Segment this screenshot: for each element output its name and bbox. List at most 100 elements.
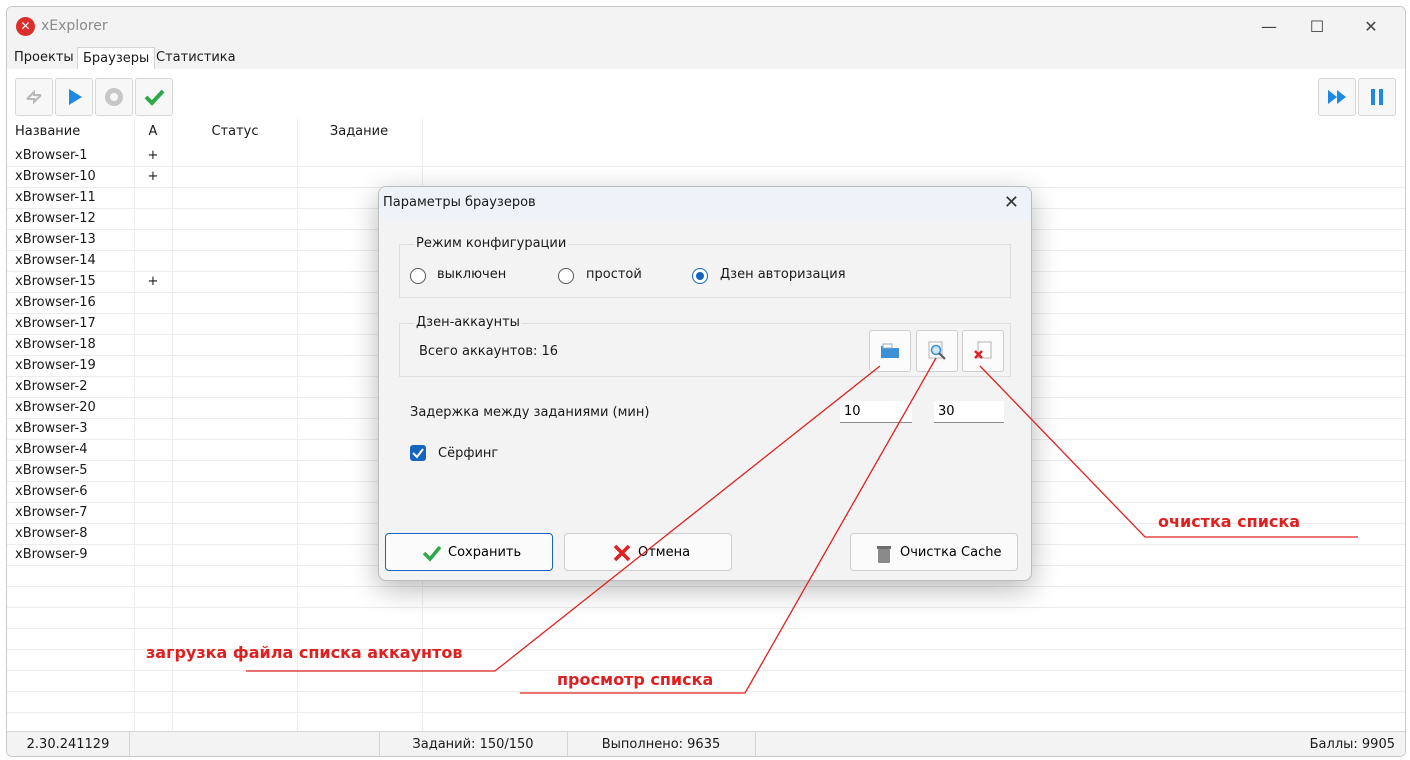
cell-browser-name: xBrowser-13 [15,232,96,247]
check-button[interactable] [135,78,173,116]
gear-icon [105,88,123,106]
cell-a-flag: + [147,274,159,289]
run-all-button[interactable] [1318,78,1356,116]
table-row[interactable]: xBrowser-1 + [7,145,1405,167]
radio-off[interactable] [410,268,426,284]
status-tasks: Заданий: 150/150 [379,732,568,756]
tab-browsers[interactable]: Браузеры [77,47,156,70]
column-header-status[interactable]: Статус [173,119,297,145]
magnifier-icon [928,341,946,360]
column-divider [134,119,135,731]
cell-browser-name: xBrowser-15 [15,274,96,289]
cross-icon [613,544,631,562]
pause-button[interactable] [1358,78,1396,116]
config-mode-group: Режим конфигурации выключен простой Дзен… [399,236,1011,298]
delete-file-icon [974,341,992,359]
cell-browser-name: xBrowser-12 [15,211,96,226]
cell-browser-name: xBrowser-17 [15,316,96,331]
save-button-label: Сохранить [448,545,522,560]
tab-statistics[interactable]: Статистика [151,47,241,69]
surfing-checkbox[interactable] [410,445,426,461]
cell-a-flag: + [147,148,159,163]
toolbar [7,69,1405,119]
cell-browser-name: xBrowser-8 [15,526,88,541]
table-row[interactable]: xBrowser-10 + [7,166,1405,188]
zen-accounts-legend: Дзен-аккаунты [414,315,522,330]
config-mode-legend: Режим конфигурации [414,236,569,251]
radio-simple-label[interactable]: простой [586,267,642,282]
clear-cache-button[interactable]: Очистка Cache [850,533,1018,571]
view-accounts-button[interactable] [916,330,958,372]
status-bar: 2.30.241129 Заданий: 150/150 Выполнено: … [7,731,1405,756]
load-accounts-button[interactable] [869,330,911,372]
checkmark-icon [422,545,442,562]
status-empty [129,732,380,756]
cell-browser-name: xBrowser-2 [15,379,88,394]
column-header-name[interactable]: Название [15,119,80,145]
cell-browser-name: xBrowser-4 [15,442,88,457]
radio-zen-auth[interactable] [692,268,708,284]
minimize-button[interactable]: — [1247,13,1291,41]
dialog-title: Параметры браузеров [383,195,536,210]
title-bar: ✕ xExplorer — ☐ ✕ [7,7,1405,47]
annotation-view-list: просмотр списка [557,670,714,689]
cell-browser-name: xBrowser-19 [15,358,96,373]
status-points: Баллы: 9905 [1309,737,1395,752]
radio-off-label[interactable]: выключен [437,267,506,282]
cell-browser-name: xBrowser-1 [15,148,88,163]
pause-icon [1371,89,1383,105]
clear-accounts-button[interactable] [962,330,1004,372]
cell-browser-name: xBrowser-5 [15,463,88,478]
trash-icon [877,546,891,563]
table-row[interactable] [7,586,1405,608]
close-button[interactable]: ✕ [1349,13,1393,41]
checkmark-icon [412,448,424,459]
cell-browser-name: xBrowser-9 [15,547,88,562]
annotation-load-file: загрузка файла списка аккаунтов [146,643,463,662]
dialog-close-button[interactable]: ✕ [1004,192,1019,213]
table-header: Название A Статус Задание [7,119,1405,145]
save-button[interactable]: Сохранить [385,533,553,571]
column-header-task[interactable]: Задание [297,119,421,145]
column-header-a[interactable]: A [135,119,171,145]
cell-browser-name: xBrowser-16 [15,295,96,310]
settings-button[interactable] [95,78,133,116]
app-title: xExplorer [41,18,108,34]
cell-browser-name: xBrowser-6 [15,484,88,499]
table-row[interactable] [7,691,1405,713]
cell-browser-name: xBrowser-7 [15,505,88,520]
delay-label: Задержка между заданиями (мин) [410,405,650,420]
cell-browser-name: xBrowser-3 [15,421,88,436]
cell-a-flag: + [147,169,159,184]
delay-max-input[interactable] [934,401,1004,423]
radio-simple[interactable] [558,268,574,284]
cell-browser-name: xBrowser-18 [15,337,96,352]
status-version: 2.30.241129 [7,732,130,756]
cell-browser-name: xBrowser-11 [15,190,96,205]
fast-forward-icon [1328,90,1346,104]
refresh-button[interactable] [15,78,53,116]
annotation-clear-list: очистка списка [1158,512,1301,531]
tab-projects[interactable]: Проекты [9,47,79,69]
cell-browser-name: xBrowser-20 [15,400,96,415]
delay-min-input[interactable] [840,401,912,423]
play-button[interactable] [55,78,93,116]
cancel-button[interactable]: Отмена [564,533,732,571]
column-divider [297,119,298,731]
cell-browser-name: xBrowser-10 [15,169,96,184]
maximize-button[interactable]: ☐ [1295,13,1339,41]
app-logo-icon: ✕ [16,17,35,36]
surfing-label[interactable]: Сёрфинг [438,446,498,461]
status-done: Выполнено: 9635 [567,732,756,756]
table-row[interactable] [7,607,1405,629]
cell-browser-name: xBrowser-14 [15,253,96,268]
checkmark-icon [144,89,165,106]
play-icon [69,89,82,105]
clear-cache-button-label: Очистка Cache [900,545,1002,560]
dialog-title-bar: Параметры браузеров ✕ [379,187,1031,219]
accounts-total: Всего аккаунтов: 16 [419,344,559,359]
radio-zen-auth-label[interactable]: Дзен авторизация [720,267,846,282]
open-folder-icon [881,343,899,358]
refresh-icon [26,89,42,105]
browser-settings-dialog: Параметры браузеров ✕ Режим конфигурации… [378,186,1032,581]
